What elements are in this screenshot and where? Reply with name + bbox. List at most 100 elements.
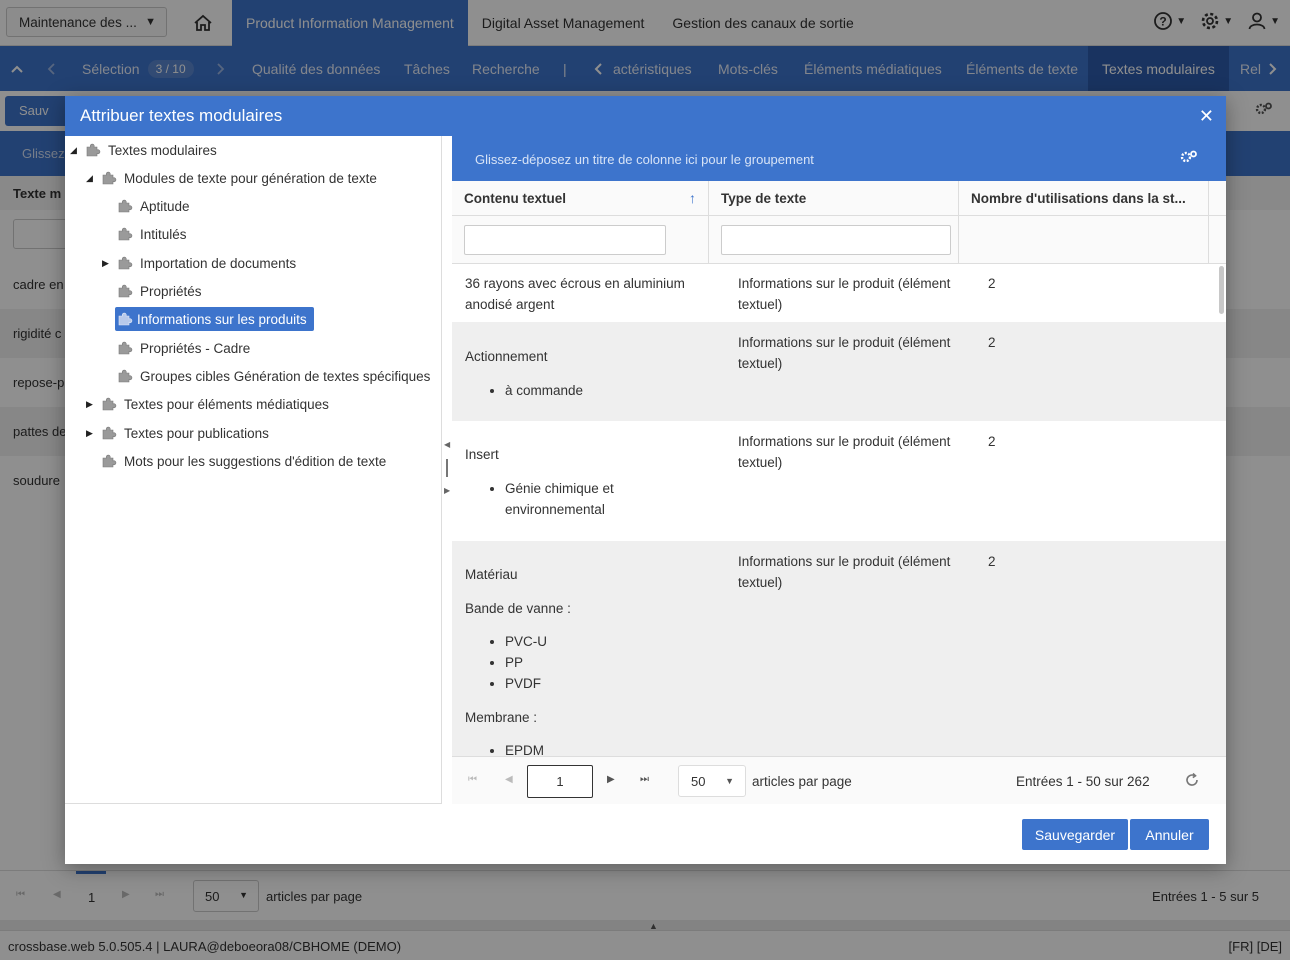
tree-node-text-generation-modules[interactable]: Modules de texte pour génération de text… bbox=[101, 166, 382, 190]
gears-icon bbox=[1180, 150, 1197, 163]
content-bullets: EPDM bbox=[505, 740, 715, 756]
close-icon[interactable]: ✕ bbox=[1199, 106, 1214, 127]
tree-node-target-groups[interactable]: Groupes cibles Génération de textes spéc… bbox=[117, 364, 435, 388]
cell-count: 2 bbox=[988, 276, 996, 291]
filter-cell-content bbox=[452, 216, 709, 264]
table-row[interactable]: Insert Génie chimique et environnemental… bbox=[452, 421, 1226, 541]
next-page-icon[interactable]: ▶ bbox=[607, 774, 615, 785]
tree-node-label: Importation de documents bbox=[140, 255, 297, 271]
column-header-content[interactable]: Contenu textuel ↑ bbox=[452, 181, 709, 216]
content-bullets: PVC-U PP PVDF bbox=[505, 631, 715, 694]
tree-node-frame-properties[interactable]: Propriétés - Cadre bbox=[117, 336, 255, 360]
dialog-header: Attribuer textes modulaires ✕ bbox=[65, 96, 1226, 136]
tree-node-label: Groupes cibles Génération de textes spéc… bbox=[140, 368, 431, 384]
content-bullets: Génie chimique et environnemental bbox=[505, 478, 675, 520]
tree-node-publication-texts[interactable]: Textes pour publications bbox=[101, 421, 274, 445]
type-filter-input[interactable] bbox=[721, 225, 951, 255]
tree-node-label: Intitulés bbox=[140, 226, 187, 242]
tree-node-label: Propriétés - Cadre bbox=[140, 340, 251, 356]
sort-ascending-icon[interactable]: ↑ bbox=[689, 190, 696, 206]
grid-settings-button[interactable] bbox=[1180, 149, 1198, 168]
bullet-item: PVDF bbox=[505, 673, 715, 694]
page-number-input[interactable]: 1 bbox=[527, 765, 593, 798]
puzzle-icon bbox=[118, 256, 133, 270]
expanded-icon[interactable]: ◢ bbox=[86, 173, 93, 184]
cell-type: Informations sur le produit (élément tex… bbox=[738, 554, 951, 590]
filter-cell-spacer bbox=[1209, 216, 1226, 264]
content-subheading: Bande de vanne : bbox=[465, 601, 571, 616]
puzzle-icon bbox=[86, 143, 101, 157]
table-row[interactable]: 36 rayons avec écrous en aluminium anodi… bbox=[452, 264, 1226, 322]
cell-content: Matériau Bande de vanne : PVC-U PP PVDF … bbox=[465, 564, 715, 756]
column-header-type[interactable]: Type de texte bbox=[709, 181, 959, 216]
last-page-icon[interactable]: ⏭ bbox=[640, 774, 649, 785]
tree-node-label: Informations sur les produits bbox=[135, 308, 312, 330]
expanded-icon[interactable]: ◢ bbox=[70, 145, 77, 156]
tree-node-product-information[interactable]: Informations sur les produits bbox=[115, 307, 314, 331]
puzzle-icon bbox=[118, 312, 133, 326]
tree-node-label: Propriétés bbox=[140, 283, 202, 299]
cell-content: 36 rayons avec écrous en aluminium anodi… bbox=[465, 276, 685, 312]
puzzle-icon bbox=[102, 454, 117, 468]
grid-group-area[interactable]: Glissez-déposez un titre de colonne ici … bbox=[452, 136, 1226, 181]
tree-grid-splitter[interactable]: ◀ ▶ bbox=[442, 136, 452, 804]
assign-modular-texts-dialog: Attribuer textes modulaires ✕ ◢ Textes m… bbox=[65, 96, 1226, 864]
table-row[interactable]: Matériau Bande de vanne : PVC-U PP PVDF … bbox=[452, 541, 1226, 756]
column-header-label: Type de texte bbox=[721, 191, 807, 206]
puzzle-icon bbox=[118, 341, 133, 355]
dialog-footer: Sauvegarder Annuler bbox=[65, 804, 1226, 864]
prev-page-icon[interactable]: ◀ bbox=[505, 774, 513, 785]
cell-count: 2 bbox=[988, 335, 996, 350]
collapse-left-icon[interactable]: ◀ bbox=[444, 440, 450, 449]
bullet-item: PVC-U bbox=[505, 631, 715, 652]
puzzle-icon bbox=[102, 171, 117, 185]
tree-node-root[interactable]: Textes modulaires bbox=[85, 138, 222, 162]
tree-node-label: Textes modulaires bbox=[108, 142, 217, 158]
puzzle-icon bbox=[118, 199, 133, 213]
grid-pager: ⏮ ◀ 1 ▶ ⏭ 50 ▼ articles par page Entrées… bbox=[452, 756, 1226, 804]
grid-scrollbar[interactable] bbox=[1219, 266, 1224, 314]
tree-node-document-import[interactable]: Importation de documents bbox=[117, 251, 301, 275]
per-page-label: articles par page bbox=[752, 774, 852, 789]
puzzle-icon bbox=[118, 227, 133, 241]
refresh-icon bbox=[1186, 772, 1198, 786]
cell-type: Informations sur le produit (élément tex… bbox=[738, 434, 951, 470]
bullet-item: EPDM bbox=[505, 740, 715, 756]
tree-node-label: Textes pour publications bbox=[124, 425, 269, 441]
content-bullets: à commande bbox=[505, 380, 715, 401]
filter-cell-type bbox=[709, 216, 959, 264]
puzzle-icon bbox=[118, 369, 133, 383]
splitter-grip[interactable] bbox=[446, 459, 448, 477]
tree-node-titles[interactable]: Intitulés bbox=[117, 222, 192, 246]
save-button[interactable]: Sauvegarder bbox=[1022, 819, 1128, 850]
bullet-item: à commande bbox=[505, 380, 715, 401]
tree-node-suggestion-words[interactable]: Mots pour les suggestions d'édition de t… bbox=[101, 449, 391, 473]
content-filter-input[interactable] bbox=[464, 225, 666, 255]
column-header-label: Nombre d'utilisations dans la st... bbox=[971, 191, 1186, 206]
content-heading: Insert bbox=[465, 447, 499, 462]
content-heading: Matériau bbox=[465, 567, 518, 582]
per-page-select[interactable]: 50 ▼ bbox=[678, 765, 746, 797]
expand-right-icon[interactable]: ▶ bbox=[444, 486, 450, 495]
entries-count: Entrées 1 - 50 sur 262 bbox=[1016, 774, 1150, 789]
category-tree: ◢ Textes modulaires ◢ Modules de texte p… bbox=[65, 136, 442, 804]
first-page-icon[interactable]: ⏮ bbox=[468, 774, 477, 785]
column-header-label: Contenu textuel bbox=[464, 191, 567, 206]
column-header-spacer bbox=[1209, 181, 1226, 216]
tree-node-media-texts[interactable]: Textes pour éléments médiatiques bbox=[101, 392, 334, 416]
collapsed-icon[interactable]: ▶ bbox=[86, 428, 93, 439]
tree-node-aptitude[interactable]: Aptitude bbox=[117, 194, 195, 218]
collapsed-icon[interactable]: ▶ bbox=[86, 399, 93, 410]
collapsed-icon[interactable]: ▶ bbox=[102, 258, 109, 269]
tree-node-properties[interactable]: Propriétés bbox=[117, 279, 207, 303]
grid-body: 36 rayons avec écrous en aluminium anodi… bbox=[452, 264, 1226, 756]
table-row[interactable]: Actionnement à commande Informations sur… bbox=[452, 322, 1226, 421]
refresh-button[interactable] bbox=[1184, 772, 1200, 791]
content-subheading: Membrane : bbox=[465, 710, 538, 725]
cell-type: Informations sur le produit (élément tex… bbox=[738, 335, 951, 371]
cancel-button[interactable]: Annuler bbox=[1130, 819, 1209, 850]
puzzle-icon bbox=[102, 426, 117, 440]
bullet-item: PP bbox=[505, 652, 715, 673]
column-header-usage-count[interactable]: Nombre d'utilisations dans la st... bbox=[959, 181, 1209, 216]
cell-count: 2 bbox=[988, 434, 996, 449]
